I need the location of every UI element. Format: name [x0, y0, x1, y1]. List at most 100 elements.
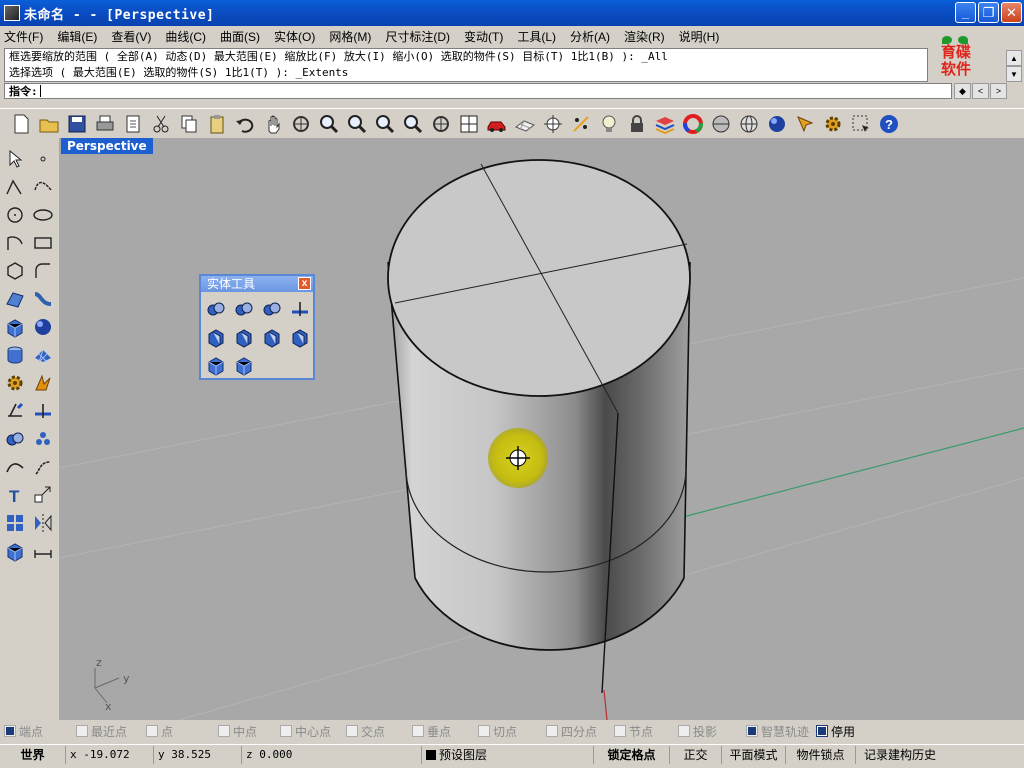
app-icon[interactable]: [4, 5, 20, 21]
dimension-icon[interactable]: [30, 538, 56, 564]
command-next-icon[interactable]: >: [990, 83, 1007, 99]
menu-item-1[interactable]: 编辑(E): [57, 28, 97, 45]
osnap-8[interactable]: 四分点: [546, 723, 614, 740]
mirror-icon[interactable]: [30, 510, 56, 536]
osnap-checkbox[interactable]: [412, 725, 424, 737]
zoom-window-icon[interactable]: [344, 111, 370, 137]
move-icon[interactable]: [792, 111, 818, 137]
solid-tools-panel[interactable]: 实体工具 x: [199, 274, 315, 380]
osnap-checkbox[interactable]: [478, 725, 490, 737]
arc-icon[interactable]: [2, 230, 28, 256]
transform-gear-icon[interactable]: [2, 370, 28, 396]
minimize-button[interactable]: _: [955, 2, 976, 23]
panel-title-bar[interactable]: 实体工具 x: [201, 276, 313, 292]
surface-icon[interactable]: [2, 286, 28, 312]
osnap-10[interactable]: 投影: [678, 723, 746, 740]
split-icon[interactable]: [30, 398, 56, 424]
open-icon[interactable]: [36, 111, 62, 137]
menu-item-2[interactable]: 查看(V): [111, 28, 151, 45]
osnap-checkbox[interactable]: [218, 725, 230, 737]
render-sphere-icon[interactable]: [764, 111, 790, 137]
perspective-viewport[interactable]: z y x Perspective: [59, 138, 1024, 720]
osnap-11[interactable]: 智慧轨迹: [746, 723, 816, 740]
osnap-6[interactable]: 垂点: [412, 723, 478, 740]
color-wheel-icon[interactable]: [680, 111, 706, 137]
osnap-checkbox[interactable]: [146, 725, 158, 737]
osnap-checkbox[interactable]: [614, 725, 626, 737]
menu-item-8[interactable]: 变动(T): [464, 28, 503, 45]
point-on-icon[interactable]: [568, 111, 594, 137]
merge-faces-icon[interactable]: [203, 352, 229, 378]
osnap-12[interactable]: 停用: [816, 723, 876, 740]
osnap-checkbox[interactable]: [816, 725, 828, 737]
menu-item-6[interactable]: 网格(M): [329, 28, 371, 45]
new-icon[interactable]: [8, 111, 34, 137]
ellipse-icon[interactable]: [30, 202, 56, 228]
box-solid-icon[interactable]: [2, 314, 28, 340]
print-icon[interactable]: [92, 111, 118, 137]
planar-toggle[interactable]: 平面模式: [722, 745, 786, 764]
polygon-icon[interactable]: [2, 258, 28, 284]
settings-icon[interactable]: [820, 111, 846, 137]
osnap-checkbox[interactable]: [346, 725, 358, 737]
osnap-toggle[interactable]: 物件锁点: [786, 745, 856, 764]
select-icon[interactable]: [848, 111, 874, 137]
sphere-solid-icon[interactable]: [30, 314, 56, 340]
osnap-0[interactable]: 端点: [4, 723, 76, 740]
osnap-1[interactable]: 最近点: [76, 723, 146, 740]
osnap-4[interactable]: 中心点: [280, 723, 346, 740]
osnap-checkbox[interactable]: [4, 725, 16, 737]
import-icon[interactable]: [120, 111, 146, 137]
boolean-split-icon[interactable]: [287, 296, 313, 322]
blend-icon[interactable]: [2, 454, 28, 480]
fillet-icon[interactable]: [30, 454, 56, 480]
viewport-title-tab[interactable]: Perspective: [61, 138, 153, 154]
text-icon[interactable]: T: [2, 482, 28, 508]
trim-icon[interactable]: [2, 398, 28, 424]
array-icon[interactable]: [2, 510, 28, 536]
surface-edit-icon[interactable]: [30, 286, 56, 312]
osnap-checkbox[interactable]: [280, 725, 292, 737]
menu-item-3[interactable]: 曲线(C): [165, 28, 206, 45]
solid-edit-icon[interactable]: [231, 352, 257, 378]
menu-item-4[interactable]: 曲面(S): [220, 28, 260, 45]
menu-item-0[interactable]: 文件(F): [4, 28, 43, 45]
select-arrow-icon[interactable]: [2, 146, 28, 172]
car-icon[interactable]: [484, 111, 510, 137]
copy-icon[interactable]: [176, 111, 202, 137]
zoom-icon[interactable]: [316, 111, 342, 137]
boolean-union-icon[interactable]: [203, 296, 229, 322]
menu-item-7[interactable]: 尺寸标注(D): [385, 28, 450, 45]
command-history-updown-icon[interactable]: ◆: [954, 83, 971, 99]
osnap-checkbox[interactable]: [546, 725, 558, 737]
osnap-2[interactable]: 点: [146, 723, 218, 740]
osnap-7[interactable]: 切点: [478, 723, 546, 740]
select-points-icon[interactable]: [540, 111, 566, 137]
panel-close-button[interactable]: x: [298, 277, 311, 290]
layer-indicator[interactable]: 预设图层: [422, 745, 594, 764]
curve-icon[interactable]: [30, 174, 56, 200]
osnap-9[interactable]: 节点: [614, 723, 678, 740]
four-views-icon[interactable]: [456, 111, 482, 137]
osnap-3[interactable]: 中点: [218, 723, 280, 740]
rotate-view-icon[interactable]: [288, 111, 314, 137]
cylinder-solid[interactable]: [387, 159, 691, 694]
command-prev-icon[interactable]: <: [972, 83, 989, 99]
zoom-selected-icon[interactable]: [400, 111, 426, 137]
snap-toggle[interactable]: 锁定格点: [594, 745, 670, 764]
extract-surface-icon[interactable]: [203, 324, 229, 350]
history-scroll-down-icon[interactable]: ▼: [1006, 66, 1022, 82]
menu-item-9[interactable]: 工具(L): [517, 28, 556, 45]
menu-item-5[interactable]: 实体(O): [274, 28, 315, 45]
osnap-5[interactable]: 交点: [346, 723, 412, 740]
osnap-checkbox[interactable]: [76, 725, 88, 737]
save-icon[interactable]: [64, 111, 90, 137]
circle-icon[interactable]: [2, 202, 28, 228]
rectangle-icon[interactable]: [30, 230, 56, 256]
shell-solid-icon[interactable]: [287, 324, 313, 350]
viewport-canvas[interactable]: z y x: [59, 138, 1024, 720]
shaded-icon[interactable]: [708, 111, 734, 137]
menu-item-12[interactable]: 说明(H): [679, 28, 720, 45]
close-button[interactable]: ✕: [1001, 2, 1022, 23]
wireframe-sphere-icon[interactable]: [736, 111, 762, 137]
